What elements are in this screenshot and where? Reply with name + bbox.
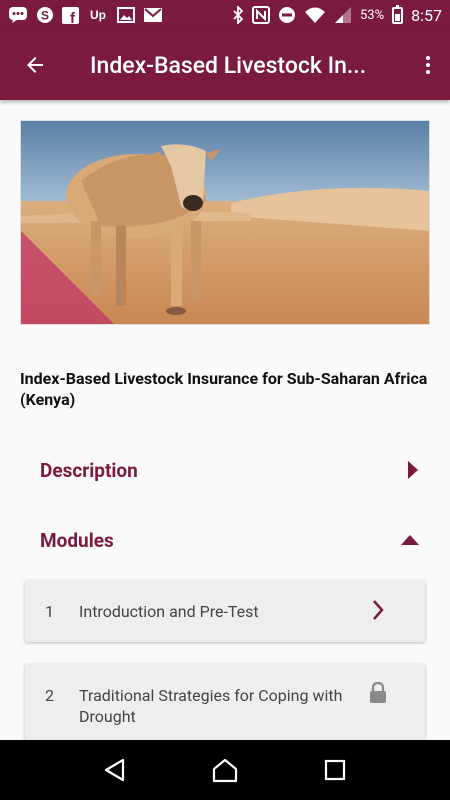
- battery-percent: 53%: [360, 7, 385, 23]
- system-navigation-bar: [0, 740, 450, 800]
- more-vert-icon: [425, 56, 430, 74]
- cow-in-desert-image: [21, 121, 429, 324]
- gmail-icon: [143, 7, 163, 23]
- triangle-up-icon: [401, 535, 419, 545]
- clock: 8:57: [411, 5, 442, 25]
- facebook-icon: f: [62, 6, 79, 24]
- overflow-menu-button[interactable]: [405, 30, 450, 100]
- nav-home-icon: [212, 758, 238, 783]
- course-image: [20, 120, 430, 325]
- nav-back-button[interactable]: [90, 745, 140, 795]
- wifi-icon: [304, 6, 326, 24]
- back-button[interactable]: [0, 30, 70, 100]
- module-title: Traditional Strategies for Coping with D…: [79, 686, 343, 726]
- chat-icon: [8, 6, 28, 24]
- battery-icon: [392, 4, 404, 24]
- module-number: 2: [45, 686, 54, 705]
- bluetooth-icon: [232, 6, 244, 24]
- nav-recents-icon: [324, 759, 346, 781]
- nav-back-icon: [104, 758, 125, 782]
- nav-home-button[interactable]: [200, 745, 250, 795]
- page-title: Index-Based Livestock In...: [90, 51, 367, 79]
- nav-recents-button[interactable]: [310, 745, 360, 795]
- module-item-1[interactable]: 1 Introduction and Pre-Test: [25, 580, 425, 642]
- notification-icons: S f Up: [8, 6, 163, 24]
- arrow-back-icon: [27, 57, 43, 73]
- dnd-icon: [278, 6, 296, 24]
- app-bar: Index-Based Livestock In...: [0, 30, 450, 100]
- module-number: 1: [45, 602, 54, 621]
- system-status: 53% 8:57: [232, 4, 442, 25]
- signal-icon: [334, 6, 352, 24]
- modules-section-toggle[interactable]: Modules: [40, 520, 420, 560]
- nfc-icon: [252, 6, 270, 24]
- svg-text:S: S: [41, 9, 49, 23]
- image-icon: [117, 7, 135, 23]
- description-section-toggle[interactable]: Description: [40, 450, 420, 490]
- description-label: Description: [40, 458, 138, 482]
- triangle-right-icon: [408, 461, 418, 479]
- chevron-right-icon: [373, 600, 384, 620]
- status-bar: S f Up 53% 8:57: [0, 0, 450, 30]
- lock-icon: [370, 682, 386, 703]
- modules-label: Modules: [40, 528, 114, 552]
- upwork-icon: Up: [87, 7, 109, 23]
- skype-icon: S: [36, 6, 54, 24]
- course-title: Index-Based Livestock Insurance for Sub-…: [20, 369, 428, 409]
- module-title: Introduction and Pre-Test: [79, 602, 259, 621]
- svg-text:Up: Up: [90, 8, 106, 22]
